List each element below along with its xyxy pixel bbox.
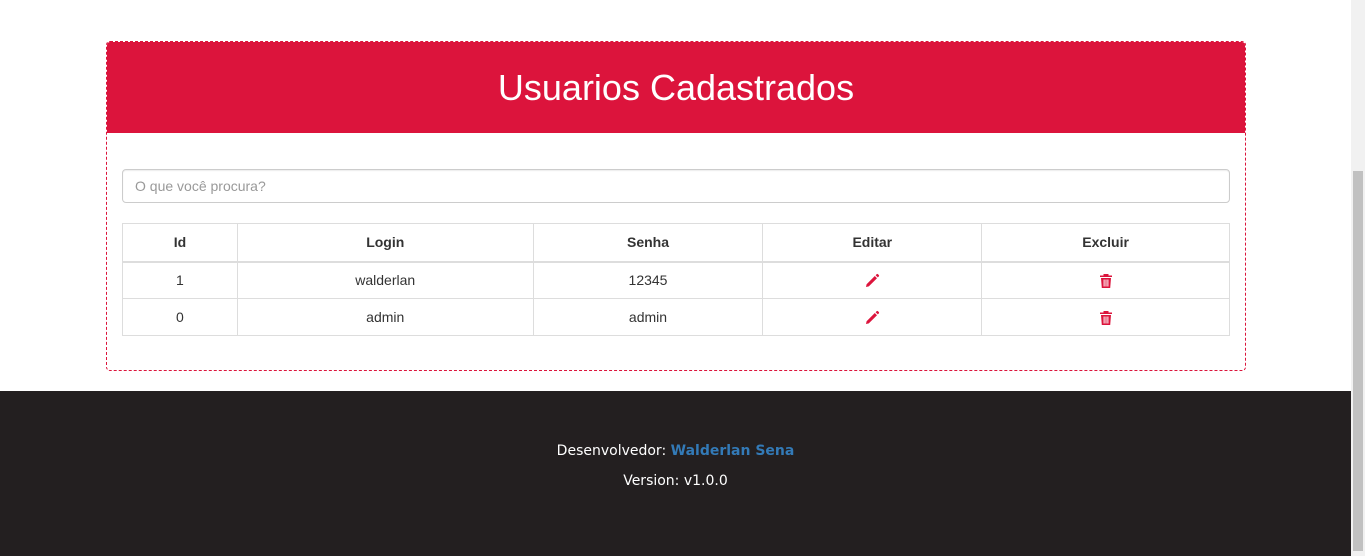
version-info: Version: v1.0.0 [0,473,1351,489]
users-panel: Usuarios Cadastrados Id Login Senha Edit… [106,41,1246,371]
cell-id: 0 [122,298,238,336]
page: Usuarios Cadastrados Id Login Senha Edit… [0,0,1351,556]
table-row: 1 walderlan 12345 [122,261,1230,299]
column-header-excluir: Excluir [981,223,1230,263]
trash-icon[interactable] [1098,273,1114,289]
cell-login: walderlan [236,261,534,299]
cell-excluir [981,298,1230,336]
trash-icon[interactable] [1098,310,1114,326]
cell-id: 1 [122,261,238,299]
column-header-login: Login [236,223,534,263]
developer-link[interactable]: Walderlan Sena [671,443,795,459]
cell-senha: admin [532,298,764,336]
scrollbar-thumb[interactable] [1353,171,1363,551]
cell-excluir [981,261,1230,299]
cell-editar [762,298,983,336]
pencil-icon[interactable] [864,310,880,326]
table-row: 0 admin admin [122,298,1230,336]
column-header-senha: Senha [532,223,764,263]
page-title: Usuarios Cadastrados [497,66,855,108]
search-input[interactable] [122,169,1230,203]
developer-credit: Desenvolvedor: Walderlan Sena [0,443,1351,459]
cell-editar [762,261,983,299]
table-header-row: Id Login Senha Editar Excluir [122,223,1230,263]
panel-header: Usuarios Cadastrados [107,42,1245,133]
cell-login: admin [236,298,534,336]
version-label: Version: [623,473,680,489]
footer: Desenvolvedor: Walderlan Sena Version: v… [0,391,1351,556]
column-header-editar: Editar [762,223,983,263]
pencil-icon[interactable] [864,273,880,289]
users-table: Id Login Senha Editar Excluir 1 walderla… [122,223,1230,336]
column-header-id: Id [122,223,238,263]
developer-label: Desenvolvedor: [556,443,667,459]
cell-senha: 12345 [532,261,764,299]
vertical-scrollbar[interactable] [1351,0,1365,556]
version-value: v1.0.0 [683,473,728,489]
